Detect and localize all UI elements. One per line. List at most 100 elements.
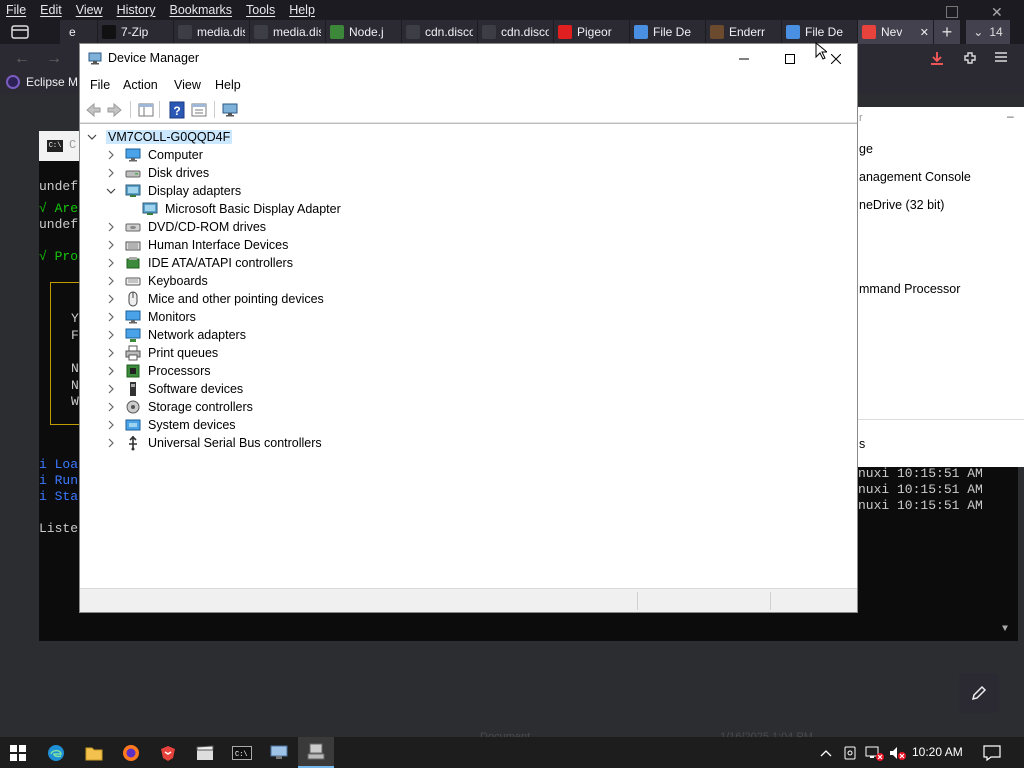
chevron-right-icon[interactable] xyxy=(105,401,117,413)
mmc-list-item[interactable]: anagement Console xyxy=(859,170,971,184)
show-hidden-icons-button[interactable] xyxy=(818,737,834,768)
titlebar[interactable]: Device Manager xyxy=(80,44,857,74)
browser-tab[interactable]: File De xyxy=(782,20,858,44)
browser-tab[interactable]: 7-Zip xyxy=(98,20,174,44)
browser-tab[interactable]: cdn.discor xyxy=(478,20,554,44)
chevron-right-icon[interactable] xyxy=(105,149,117,161)
new-tab-button[interactable]: + xyxy=(934,20,960,44)
tree-node[interactable]: Storage controllers xyxy=(105,398,253,416)
tab-list-button[interactable]: ⌄ 14 xyxy=(966,20,1010,44)
show-hide-console-tree-icon[interactable] xyxy=(137,101,155,119)
back-arrow-icon[interactable] xyxy=(84,101,102,119)
close-icon[interactable]: ✕ xyxy=(991,4,1003,21)
help-icon[interactable]: ? xyxy=(168,101,186,119)
bookmark-eclipse[interactable]: Eclipse M xyxy=(6,75,78,89)
taskbar-file-explorer[interactable] xyxy=(76,737,112,768)
menu-file[interactable]: File xyxy=(90,78,110,92)
hamburger-menu-icon[interactable] xyxy=(994,51,1008,63)
downloads-icon[interactable] xyxy=(929,50,945,66)
chevron-down-icon[interactable] xyxy=(105,185,117,197)
volume-control[interactable] xyxy=(888,737,908,768)
firefox-menu-edit[interactable]: Edit xyxy=(40,3,62,17)
network-status[interactable] xyxy=(864,737,886,768)
chevron-down-icon[interactable] xyxy=(86,131,98,143)
taskbar-clapper[interactable] xyxy=(187,737,223,768)
menu-view[interactable]: View xyxy=(174,78,201,92)
chevron-right-icon[interactable] xyxy=(105,221,117,233)
tree-node[interactable]: Mice and other pointing devices xyxy=(105,290,324,308)
browser-tab[interactable]: media.disc xyxy=(174,20,250,44)
tree-node[interactable]: Keyboards xyxy=(105,272,208,290)
tree-node[interactable]: Print queues xyxy=(105,344,218,362)
chevron-right-icon[interactable] xyxy=(105,239,117,251)
chevron-right-icon[interactable] xyxy=(105,293,117,305)
browser-tab[interactable]: File De xyxy=(630,20,706,44)
chevron-right-icon[interactable] xyxy=(105,311,117,323)
tree-node[interactable]: Processors xyxy=(105,362,211,380)
tree-node[interactable]: IDE ATA/ATAPI controllers xyxy=(105,254,293,272)
chevron-right-icon[interactable] xyxy=(105,329,117,341)
chevron-right-icon[interactable] xyxy=(105,365,117,377)
tree-node[interactable]: Monitors xyxy=(105,308,196,326)
browser-tab[interactable]: Node.j xyxy=(326,20,402,44)
tree-node[interactable]: Network adapters xyxy=(105,326,246,344)
forward-arrow-icon[interactable] xyxy=(106,101,124,119)
chevron-right-icon[interactable] xyxy=(105,347,117,359)
tree-node[interactable]: Display adapters xyxy=(105,182,241,200)
scroll-down-icon[interactable]: ▼ xyxy=(1002,624,1008,635)
chevron-right-icon[interactable] xyxy=(105,275,117,287)
tree-root[interactable]: VM7COLL-G0QQD4F xyxy=(86,128,233,146)
minimize-button[interactable] xyxy=(721,44,767,74)
menu-action[interactable]: Action xyxy=(123,78,158,92)
mmc-list-item[interactable]: ge xyxy=(859,142,873,156)
tab-close-icon[interactable]: ✕ xyxy=(920,26,929,39)
tree-node[interactable]: Computer xyxy=(105,146,203,164)
device-manager-window[interactable]: Device Manager File Action View Help ? V… xyxy=(79,43,858,613)
taskbar-terminal[interactable]: C:\ xyxy=(224,737,260,768)
browser-tab[interactable]: media.disc xyxy=(250,20,326,44)
chevron-right-icon[interactable] xyxy=(105,437,117,449)
maximize-button[interactable] xyxy=(767,44,813,74)
properties-icon[interactable] xyxy=(190,101,208,119)
mmc-list-item[interactable]: neDrive (32 bit) xyxy=(859,198,944,212)
maximize-icon[interactable] xyxy=(946,6,958,18)
tree-node[interactable]: DVD/CD-ROM drives xyxy=(105,218,266,236)
browser-tab[interactable]: Nev ✕ xyxy=(858,20,934,44)
edit-pencil-button[interactable] xyxy=(959,673,999,713)
firefox-menu-view[interactable]: View xyxy=(76,3,103,17)
browser-tab[interactable]: e xyxy=(60,20,98,44)
taskbar-edge[interactable] xyxy=(38,737,74,768)
menu-help[interactable]: Help xyxy=(215,78,241,92)
chevron-right-icon[interactable] xyxy=(105,257,117,269)
taskbar-device-manager[interactable] xyxy=(298,737,334,768)
scan-hardware-changes-icon[interactable] xyxy=(221,101,239,119)
tab-overview-icon[interactable] xyxy=(10,24,30,40)
back-icon[interactable]: ← xyxy=(14,50,30,68)
tree-node[interactable]: Microsoft Basic Display Adapter xyxy=(142,200,341,218)
start-button[interactable] xyxy=(0,737,36,768)
firefox-menu-bookmarks[interactable]: Bookmarks xyxy=(169,3,232,17)
action-center-button[interactable] xyxy=(980,737,1004,768)
minimize-icon[interactable]: – xyxy=(1007,109,1014,123)
tree-node[interactable]: System devices xyxy=(105,416,236,434)
tree-node[interactable]: Human Interface Devices xyxy=(105,236,288,254)
firefox-menu-tools[interactable]: Tools xyxy=(246,3,275,17)
tree-node[interactable]: Software devices xyxy=(105,380,243,398)
extensions-icon[interactable] xyxy=(962,50,978,66)
browser-tab[interactable]: cdn.discor xyxy=(402,20,478,44)
forward-icon[interactable]: → xyxy=(46,50,62,68)
chevron-right-icon[interactable] xyxy=(105,419,117,431)
browser-tab[interactable]: Pigeor xyxy=(554,20,630,44)
chevron-right-icon[interactable] xyxy=(105,167,117,179)
browser-tab[interactable]: Enderr xyxy=(706,20,782,44)
taskbar-firefox[interactable] xyxy=(113,737,149,768)
chevron-right-icon[interactable] xyxy=(105,383,117,395)
taskbar-network-app[interactable] xyxy=(261,737,297,768)
tray-device-icon[interactable] xyxy=(840,737,860,768)
mmc-list-item[interactable]: mmand Processor xyxy=(859,282,960,296)
firefox-menu-history[interactable]: History xyxy=(117,3,156,17)
taskbar-app-red[interactable] xyxy=(150,737,186,768)
tree-node[interactable]: Disk drives xyxy=(105,164,209,182)
tree-node[interactable]: Universal Serial Bus controllers xyxy=(105,434,322,452)
firefox-menu-file[interactable]: File xyxy=(6,3,26,17)
